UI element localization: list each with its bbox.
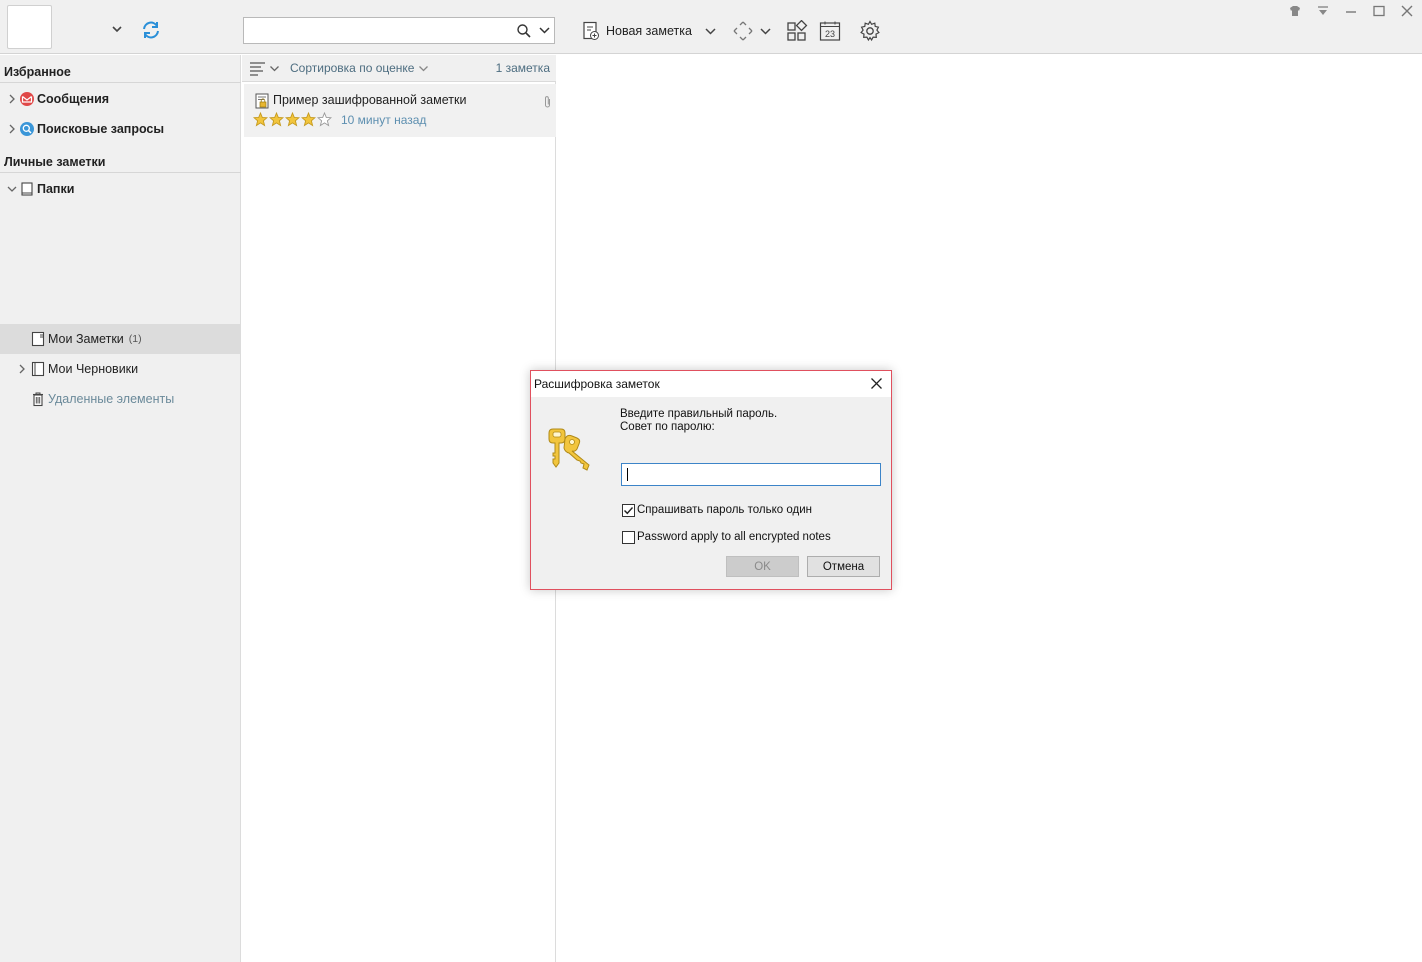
account-avatar[interactable] xyxy=(7,5,52,49)
ask-once-label[interactable]: Спрашивать пароль только один р xyxy=(637,504,813,516)
search-input[interactable] xyxy=(243,17,555,44)
new-note-label: Новая заметка xyxy=(606,24,692,38)
personal-notes-header: Личные заметки xyxy=(4,155,106,169)
encrypted-note-icon xyxy=(255,93,269,109)
layout-icon[interactable] xyxy=(786,20,808,42)
chevron-down-icon[interactable] xyxy=(7,184,17,194)
maximize-icon[interactable] xyxy=(1372,4,1386,18)
apply-all-label[interactable]: Password apply to all encrypted notes xyxy=(637,531,831,543)
star-icon[interactable] xyxy=(253,112,268,127)
chevron-down-icon[interactable] xyxy=(704,25,717,38)
sidebar-item-label: Мои Заметки xyxy=(48,332,124,346)
folder-icon xyxy=(21,182,33,196)
sidebar-item-messages[interactable]: Сообщения xyxy=(0,84,241,114)
sidebar-item-deleted[interactable]: Удаленные элементы xyxy=(0,384,241,414)
svg-text:23: 23 xyxy=(825,29,835,39)
password-hint-label: Совет по паролю: xyxy=(620,421,715,433)
ask-once-checkbox[interactable] xyxy=(622,504,635,517)
checkmark-icon xyxy=(624,507,634,515)
star-icon[interactable] xyxy=(317,112,332,127)
search-icon[interactable] xyxy=(516,23,532,39)
cancel-button[interactable]: Отмена xyxy=(807,556,880,577)
sort-icon[interactable] xyxy=(249,61,267,76)
message-icon xyxy=(20,92,34,106)
rating-stars[interactable] xyxy=(253,112,332,127)
dialog-titlebar: Расшифровка заметок xyxy=(531,371,891,397)
close-icon[interactable] xyxy=(870,377,883,390)
keys-icon xyxy=(548,428,590,471)
menu-icon[interactable] xyxy=(1316,4,1330,18)
chevron-down-icon[interactable] xyxy=(110,22,124,36)
expand-icon[interactable] xyxy=(732,20,754,42)
calendar-icon[interactable]: 23 xyxy=(819,20,841,42)
sidebar-item-folders[interactable]: Папки xyxy=(0,174,241,204)
apply-all-checkbox[interactable] xyxy=(622,531,635,544)
search-query-icon xyxy=(20,122,34,136)
sidebar-item-search-queries[interactable]: Поисковые запросы xyxy=(0,114,241,144)
sync-icon[interactable] xyxy=(140,19,162,41)
star-icon[interactable] xyxy=(269,112,284,127)
sidebar-item-label: Мои Черновики xyxy=(48,362,139,376)
skin-icon[interactable] xyxy=(1288,4,1302,18)
sidebar-item-label: Сообщения xyxy=(37,92,110,106)
note-book-icon xyxy=(31,331,45,347)
attachment-icon xyxy=(545,96,550,108)
sidebar-item-my-notes[interactable]: Мои Заметки (1) xyxy=(0,324,241,354)
close-icon[interactable] xyxy=(1400,4,1414,18)
chevron-right-icon[interactable] xyxy=(7,124,17,134)
chevron-down-icon[interactable] xyxy=(759,20,772,42)
chevron-down-icon[interactable] xyxy=(269,63,280,74)
new-note-button[interactable]: Новая заметка xyxy=(582,20,717,42)
star-icon[interactable] xyxy=(285,112,300,127)
password-field[interactable] xyxy=(621,463,881,486)
ok-button[interactable]: OK xyxy=(726,556,799,577)
minimize-icon[interactable] xyxy=(1344,4,1358,18)
chevron-down-icon[interactable] xyxy=(418,63,429,74)
note-list-panel: Сортировка по оценке 1 заметка Пример за… xyxy=(242,55,556,962)
chevron-right-icon[interactable] xyxy=(7,94,17,104)
sidebar-item-label: Папки xyxy=(37,182,75,196)
favorites-header: Избранное xyxy=(4,65,71,79)
decrypt-dialog: Расшифровка заметок Введите правильный п… xyxy=(530,370,892,590)
note-count-label: 1 заметка xyxy=(495,61,550,75)
draft-icon xyxy=(31,361,45,377)
settings-icon[interactable] xyxy=(859,20,881,42)
note-title: Пример зашифрованной заметки xyxy=(273,93,467,107)
sort-label[interactable]: Сортировка по оценке xyxy=(290,61,414,75)
list-item[interactable]: Пример зашифрованной заметки 10 минут на… xyxy=(244,84,556,137)
dialog-title: Расшифровка заметок xyxy=(534,377,660,391)
divider xyxy=(0,172,241,173)
divider xyxy=(0,82,241,83)
trash-icon xyxy=(33,392,43,407)
note-count-badge: (1) xyxy=(128,333,142,345)
note-time: 10 минут назад xyxy=(341,113,427,127)
sidebar: Избранное Сообщения Поисковые запросы Ли… xyxy=(0,55,241,962)
sidebar-item-label: Поисковые запросы xyxy=(37,122,165,136)
main-toolbar: Новая заметка 23 xyxy=(0,0,1422,54)
star-icon[interactable] xyxy=(301,112,316,127)
text-cursor xyxy=(627,468,628,481)
sidebar-item-my-drafts[interactable]: Мои Черновики xyxy=(0,354,241,384)
chevron-right-icon[interactable] xyxy=(17,364,27,374)
search-options-chevron-icon[interactable] xyxy=(538,24,551,37)
dialog-message: Введите правильный пароль. xyxy=(620,408,778,420)
sidebar-item-label: Удаленные элементы xyxy=(48,392,175,406)
new-note-icon xyxy=(583,21,599,40)
note-list-header: Сортировка по оценке 1 заметка xyxy=(242,55,556,82)
